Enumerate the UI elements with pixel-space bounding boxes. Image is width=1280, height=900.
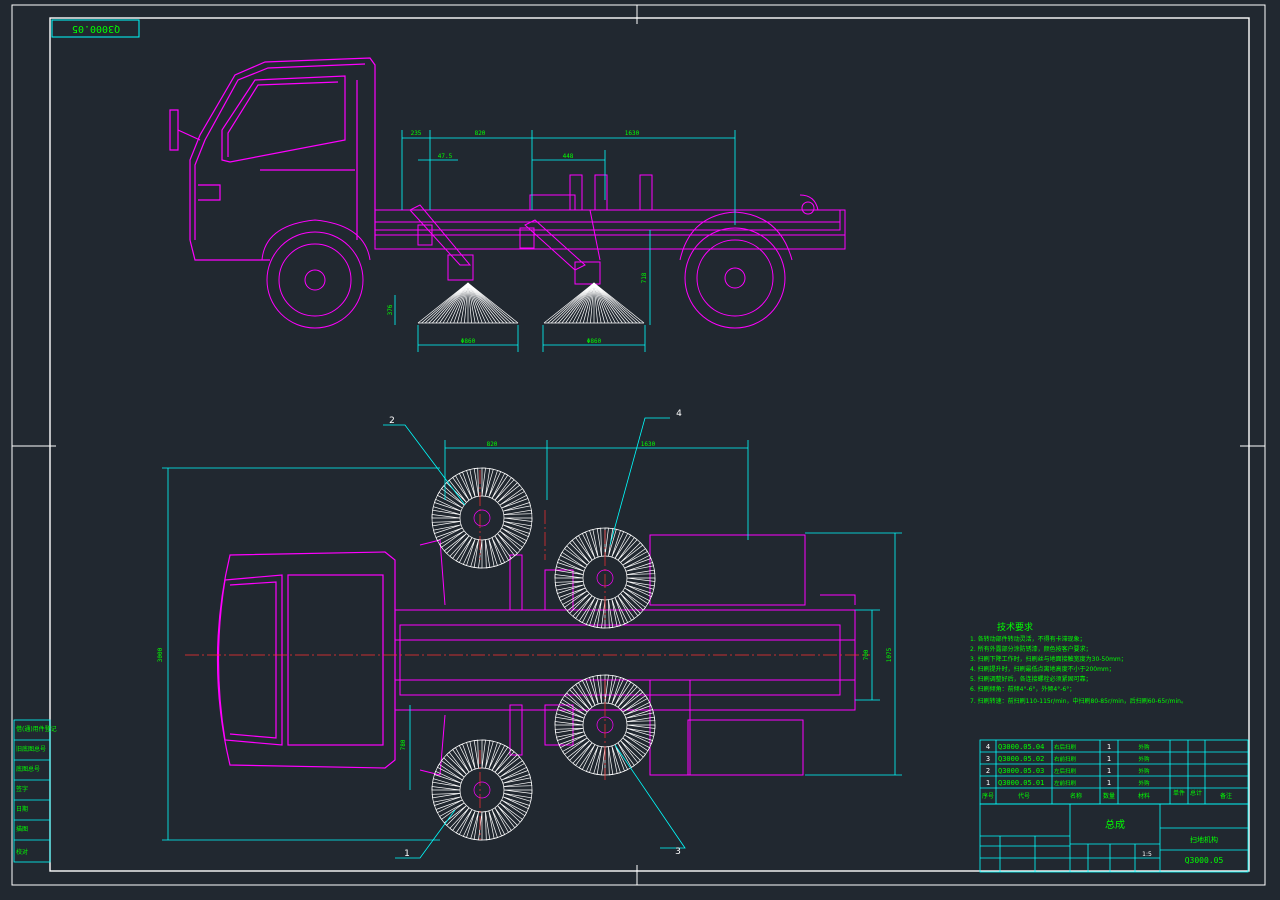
balloon-1: 1 bbox=[404, 849, 410, 859]
tech-req-line: 6. 扫刷倾角：前倾4°-6°，外倾4°-6°； bbox=[970, 685, 1075, 693]
drawing-scale: 1:5 bbox=[1142, 851, 1152, 858]
bom-qty: 1 bbox=[1107, 767, 1111, 775]
bom-note: 外购 bbox=[1138, 767, 1150, 775]
tech-req-line: 2. 所有外露部分涂防锈漆，颜色按客户要求； bbox=[970, 645, 1092, 653]
plan-view-dimension-text: 820 1630 3000 700 1075 780 bbox=[157, 441, 893, 750]
dim-label: 376 bbox=[387, 304, 394, 315]
bom-qty: 1 bbox=[1107, 755, 1111, 763]
side-view-wheels bbox=[261, 211, 793, 329]
bom-rows: 4 Q3000.05.04 右后扫刷 1 外购 3 Q3000.05.02 右前… bbox=[986, 743, 1150, 787]
bom-qty: 1 bbox=[1107, 779, 1111, 787]
dim-label: 1075 bbox=[886, 647, 893, 662]
tech-requirements: 技术要求 1. 各转动部件转动灵活，不得有卡滞现象； 2. 所有外露部分涂防锈漆… bbox=[970, 621, 1187, 705]
bom-header: 序号 代号 名称 数量 材料 单件 总计 备注 bbox=[982, 789, 1232, 800]
strip-label: 旧底图总号 bbox=[16, 745, 46, 753]
bom-header-cell: 总计 bbox=[1190, 789, 1202, 797]
bom-no: 1 bbox=[986, 779, 990, 787]
plan-view-cab bbox=[216, 551, 396, 769]
dim-label: 718 bbox=[641, 272, 648, 283]
bom-header-cell: 数量 bbox=[1103, 792, 1115, 800]
bom-code: Q3000.05.03 bbox=[998, 767, 1044, 775]
dim-label: 235 bbox=[411, 130, 422, 137]
tech-req-heading: 技术要求 bbox=[997, 621, 1033, 633]
tech-req-line: 1. 各转动部件转动灵活，不得有卡滞现象； bbox=[970, 635, 1086, 643]
bom-name: 右前扫刷 bbox=[1054, 755, 1077, 763]
bom-no: 4 bbox=[986, 743, 990, 751]
bom-header-cell: 单件 bbox=[1173, 789, 1185, 797]
side-brush bbox=[543, 282, 645, 324]
side-view-chassis bbox=[374, 174, 846, 250]
dim-label: 47.5 bbox=[438, 153, 453, 160]
dim-label: 820 bbox=[487, 441, 498, 448]
bom-code: Q3000.05.01 bbox=[998, 779, 1044, 787]
bom-header-cell: 材料 bbox=[1138, 792, 1150, 800]
balloon-3: 3 bbox=[675, 847, 681, 857]
bom-qty: 1 bbox=[1107, 743, 1111, 751]
bom-code: Q3000.05.02 bbox=[998, 755, 1044, 763]
bom-header-cell: 代号 bbox=[1018, 792, 1030, 800]
tech-req-line: 3. 扫刷下降工作时，扫刷丝与地面接触宽度为30-50mm； bbox=[970, 655, 1127, 663]
bom-no: 2 bbox=[986, 767, 990, 775]
strip-label: 校对 bbox=[16, 848, 28, 856]
tech-req-line: 7. 扫刷转速：前扫刷110-115r/min，中扫刷80-85r/min，后扫… bbox=[970, 697, 1187, 705]
plan-brush bbox=[431, 467, 533, 569]
drawing-code-box: Q3000.05 bbox=[51, 19, 140, 38]
cad-drawing-canvas: Q3000.05 借(通)用件登记 旧底图总号 底图总号 签字 日期 描图 校对 bbox=[11, 4, 1266, 886]
bom-name: 左后扫刷 bbox=[1054, 767, 1077, 775]
side-view-brushes bbox=[417, 282, 645, 324]
bom-name: 右后扫刷 bbox=[1054, 743, 1077, 751]
side-view-truck-cab bbox=[169, 57, 376, 261]
balloon-4: 4 bbox=[676, 409, 682, 419]
project-name: 扫地机构 bbox=[1190, 835, 1218, 844]
drawing-number: Q3000.05 bbox=[1185, 856, 1224, 865]
bom-note: 外购 bbox=[1138, 779, 1150, 787]
tech-req-line: 4. 扫刷提升时，扫刷最低点离地高度不小于200mm； bbox=[970, 665, 1115, 673]
bom-note: 外购 bbox=[1138, 743, 1150, 751]
dim-label: 820 bbox=[475, 130, 486, 137]
dim-label: Φ860 bbox=[587, 338, 602, 345]
bom-note: 外购 bbox=[1138, 755, 1150, 763]
plan-brush bbox=[431, 739, 533, 841]
side-view-dimension-text: 235 820 1630 47.5 448 718 376 Φ860 Φ860 bbox=[387, 130, 648, 345]
bom-header-cell: 序号 bbox=[982, 792, 994, 800]
dim-label: 448 bbox=[563, 153, 574, 160]
dim-label: Φ860 bbox=[461, 338, 476, 345]
dim-label: 1630 bbox=[641, 441, 656, 448]
part-balloons: 2 4 1 3 bbox=[389, 409, 682, 859]
strip-label: 签字 bbox=[16, 785, 28, 793]
strip-label: 借(通)用件登记 bbox=[16, 725, 57, 733]
drawing-title: 总成 bbox=[1105, 818, 1125, 831]
side-brush bbox=[417, 282, 519, 324]
part-leaders bbox=[383, 417, 686, 859]
dim-label: 700 bbox=[863, 649, 870, 660]
bom-name: 左前扫刷 bbox=[1054, 779, 1077, 787]
balloon-2: 2 bbox=[389, 416, 395, 426]
drawing-code-label: Q3000.05 bbox=[72, 23, 120, 34]
tech-req-line: 5. 扫刷调整好后，各连接螺栓必须紧固可靠； bbox=[970, 675, 1092, 683]
strip-label: 描图 bbox=[16, 825, 28, 833]
side-view-brush-arms bbox=[409, 204, 601, 285]
plan-view-brushes bbox=[431, 467, 656, 841]
strip-label: 底图总号 bbox=[16, 765, 40, 773]
dim-label: 1630 bbox=[625, 130, 640, 137]
bom-header-cell: 名称 bbox=[1070, 792, 1082, 800]
dim-label: 3000 bbox=[157, 647, 164, 662]
strip-label: 日期 bbox=[16, 805, 28, 813]
bom-header-cell: 备注 bbox=[1220, 792, 1232, 800]
dim-label: 780 bbox=[400, 739, 407, 750]
bom-code: Q3000.05.04 bbox=[998, 743, 1044, 751]
bom-no: 3 bbox=[986, 755, 990, 763]
